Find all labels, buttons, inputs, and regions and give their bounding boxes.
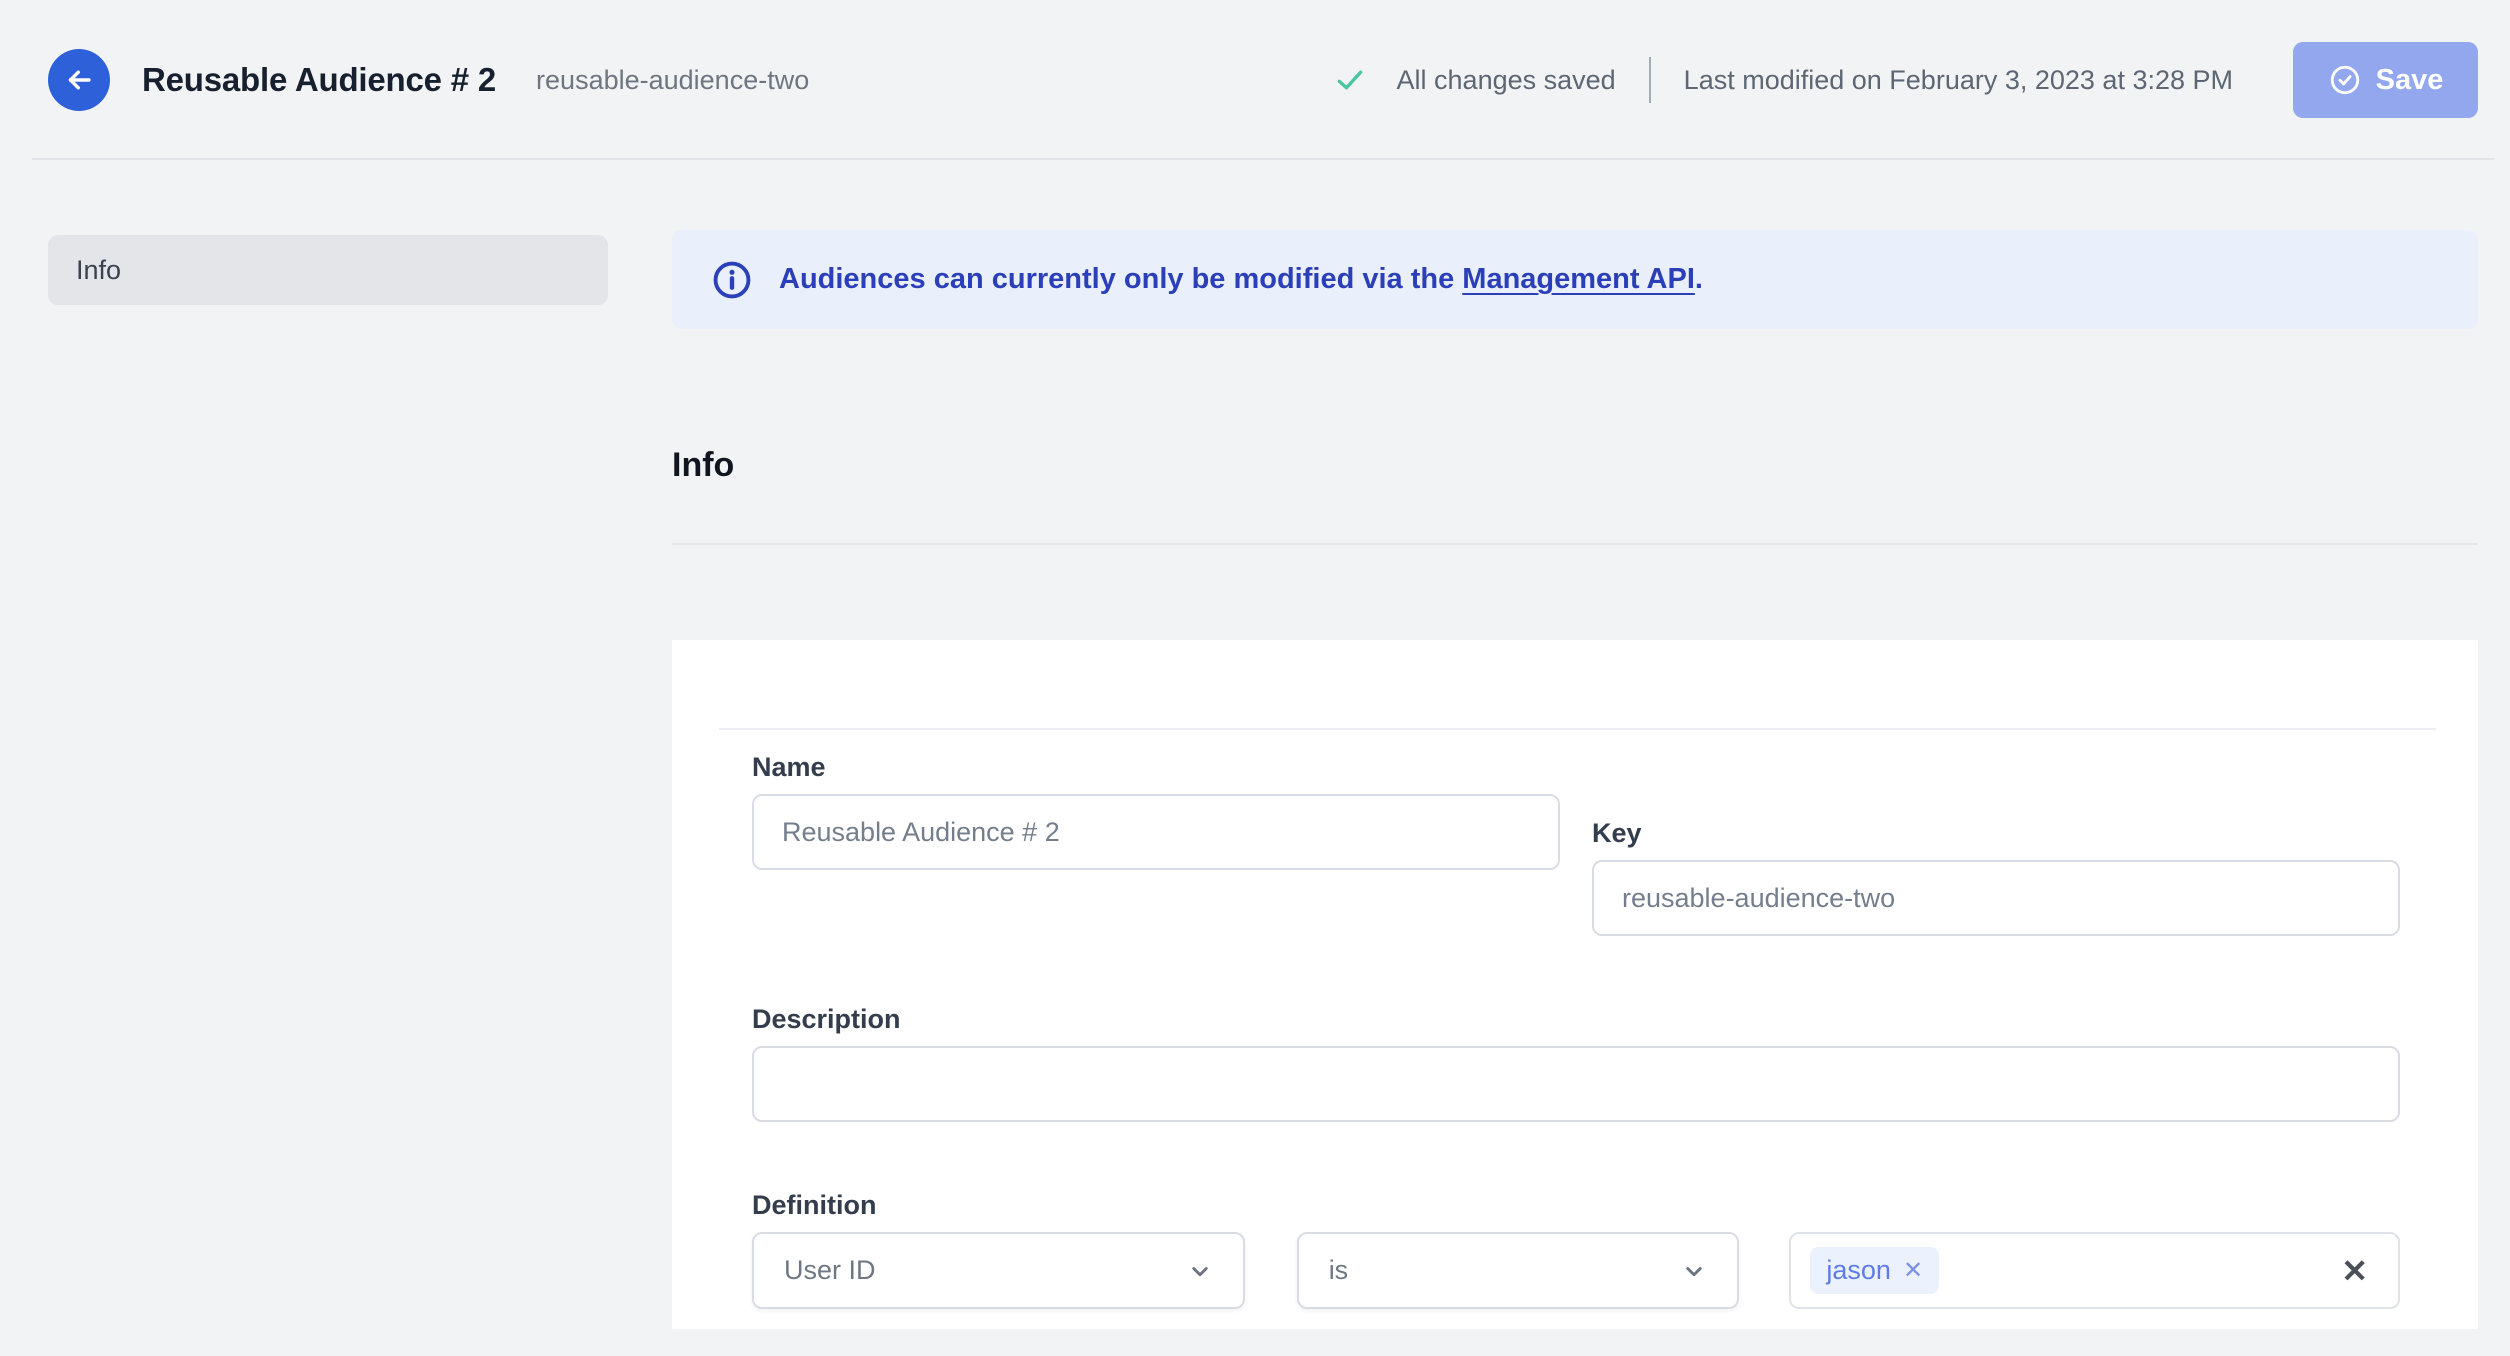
name-label: Name (752, 752, 826, 782)
definition-label: Definition (752, 1190, 877, 1220)
banner-text-after: . (1694, 263, 1703, 295)
info-card: Name Key Description Definition (672, 640, 2478, 1329)
circle-check-icon (2328, 63, 2362, 97)
save-status-text: All changes saved (1396, 64, 1616, 95)
key-input[interactable] (1592, 860, 2400, 936)
chevron-down-icon (1185, 1256, 1215, 1286)
section-title: Info (672, 446, 735, 484)
save-button-label: Save (2375, 63, 2444, 96)
key-label: Key (1592, 818, 1642, 848)
page-body: Info Audiences can currently only be mod… (0, 160, 2510, 1329)
key-field-group: Key (1592, 816, 2400, 936)
page-title: Reusable Audience # 2 (142, 61, 497, 98)
value-tag-label: jason (1826, 1255, 1891, 1285)
last-modified-text: Last modified on February 3, 2023 at 3:2… (1683, 64, 2233, 95)
back-button[interactable] (48, 49, 110, 111)
operator-select[interactable]: is (1296, 1232, 1740, 1309)
operator-select-value: is (1328, 1255, 1349, 1285)
definition-field-group: Definition User ID is jason ✕ ✕ (752, 1188, 2400, 1309)
values-input[interactable]: jason ✕ ✕ (1789, 1232, 2400, 1309)
info-banner: Audiences can currently only be modified… (672, 230, 2478, 329)
audience-form: Name Key Description Definition (672, 642, 2478, 1309)
info-icon (711, 259, 753, 301)
name-key-row: Name Key (752, 750, 2400, 936)
banner-text-before: Audiences can currently only be modified… (779, 263, 1463, 295)
header-actions: All changes saved Last modified on Febru… (1333, 42, 2478, 118)
management-api-link[interactable]: Management API (1462, 263, 1695, 295)
definition-row: User ID is jason ✕ ✕ (752, 1232, 2400, 1309)
header: Reusable Audience # 2 reusable-audience-… (0, 0, 2510, 160)
card-divider (719, 728, 2436, 730)
name-field-group: Name (752, 750, 1560, 936)
save-button[interactable]: Save (2293, 42, 2478, 118)
sidebar-item-label: Info (76, 254, 122, 285)
trait-select[interactable]: User ID (752, 1232, 1245, 1309)
clear-values-button[interactable]: ✕ (2341, 1255, 2368, 1287)
header-divider (1648, 57, 1651, 103)
sidebar-item-info[interactable]: Info (48, 235, 608, 305)
trait-select-value: User ID (784, 1255, 876, 1285)
sidebar: Info (48, 160, 608, 305)
main-content: Audiences can currently only be modified… (672, 160, 2478, 1329)
check-icon (1333, 63, 1367, 97)
banner-text: Audiences can currently only be modified… (779, 263, 1703, 296)
chevron-down-icon (1679, 1256, 1709, 1286)
description-field-group: Description (752, 1002, 2400, 1122)
remove-tag-icon[interactable]: ✕ (1903, 1258, 1923, 1283)
page-slug: reusable-audience-two (536, 64, 810, 95)
name-input[interactable] (752, 794, 1560, 870)
arrow-left-icon (62, 63, 96, 97)
description-input[interactable] (752, 1046, 2400, 1122)
value-tag: jason ✕ (1810, 1247, 1940, 1294)
description-label: Description (752, 1004, 901, 1034)
audience-editor-page: Reusable Audience # 2 reusable-audience-… (0, 0, 2510, 1356)
section-divider (672, 543, 2478, 545)
